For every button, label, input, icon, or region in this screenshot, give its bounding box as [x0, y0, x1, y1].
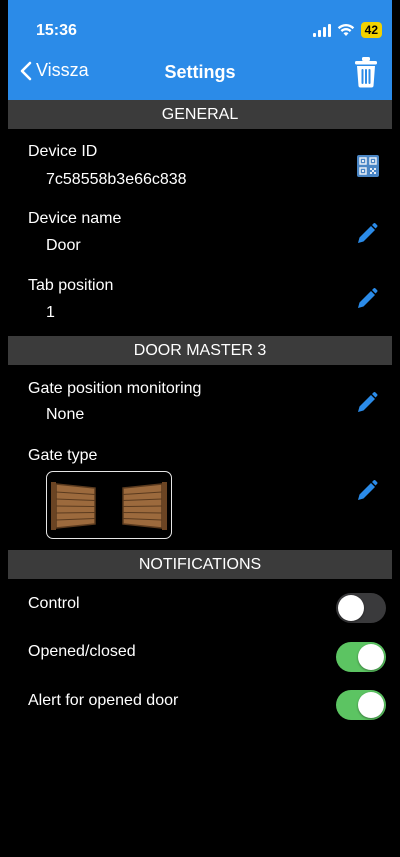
opened-closed-toggle[interactable] — [336, 642, 386, 672]
alert-opened-door-toggle[interactable] — [336, 690, 386, 720]
opened-closed-label: Opened/closed — [28, 643, 136, 660]
device-id-value: 7c58558b3e66c838 — [46, 171, 187, 188]
device-name-value: Door — [46, 237, 81, 254]
toggle-knob — [358, 644, 384, 670]
status-time: 15:36 — [36, 22, 77, 39]
trash-icon[interactable] — [352, 56, 380, 88]
battery-indicator: 42 — [360, 22, 382, 38]
toggle-knob — [338, 595, 364, 621]
section-header-notifications: NOTIFICATIONS — [8, 550, 392, 579]
tab-position-value: 1 — [46, 304, 55, 321]
toggle-knob — [358, 692, 384, 718]
status-icons: 42 — [312, 20, 382, 40]
app-screen: 15:36 42 Vissza Settings GENERAL Device … — [8, 0, 392, 857]
gate-monitoring-value: None — [46, 406, 85, 423]
gate-monitoring-label: Gate position monitoring — [28, 380, 202, 397]
gate-type-selector[interactable] — [46, 471, 172, 539]
alert-opened-door-label: Alert for opened door — [28, 692, 179, 709]
device-name-label: Device name — [28, 210, 122, 227]
cellular-signal-icon — [312, 23, 331, 37]
pencil-icon[interactable] — [354, 390, 378, 414]
tab-position-label: Tab position — [28, 277, 114, 294]
page-title: Settings — [164, 62, 236, 82]
swing-gate-icon — [51, 482, 167, 530]
control-toggle[interactable] — [336, 593, 386, 623]
gate-type-label: Gate type — [28, 447, 98, 464]
pencil-icon[interactable] — [354, 478, 378, 502]
top-bar: 15:36 42 Vissza Settings — [8, 0, 392, 100]
device-id-label: Device ID — [28, 143, 98, 160]
pencil-icon[interactable] — [354, 221, 378, 245]
wifi-icon — [337, 24, 354, 36]
section-header-general: GENERAL — [8, 100, 392, 129]
control-label: Control — [28, 595, 80, 612]
qr-code-icon[interactable] — [356, 154, 380, 178]
section-header-door-master: DOOR MASTER 3 — [8, 336, 392, 365]
pencil-icon[interactable] — [354, 286, 378, 310]
